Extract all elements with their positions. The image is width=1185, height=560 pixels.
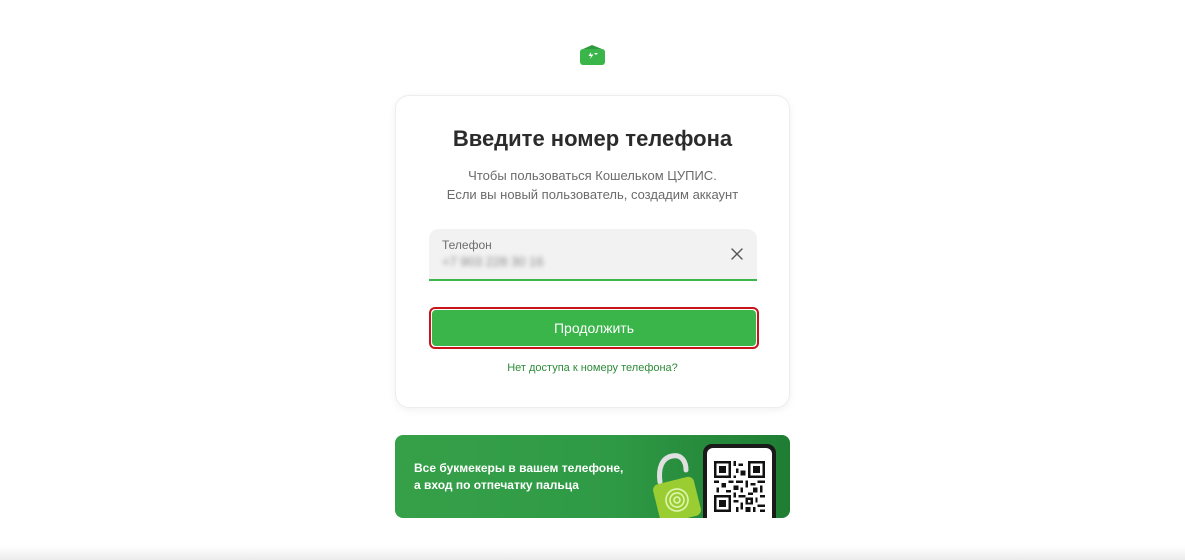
wallet-logo-icon	[580, 45, 605, 65]
card-subtitle: Чтобы пользоваться Кошельком ЦУПИС. Если…	[396, 166, 789, 204]
promo-banner[interactable]: Все букмекеры в вашем телефоне, а вход п…	[395, 435, 790, 518]
phone-field-label: Телефон	[442, 238, 492, 252]
bottom-shadow	[0, 546, 1185, 560]
banner-line-2: а вход по отпечатку пальца	[414, 478, 579, 492]
login-card: Введите номер телефона Чтобы пользоватьс…	[395, 95, 790, 408]
page: Введите номер телефона Чтобы пользоватьс…	[0, 0, 1185, 560]
banner-line-1: Все букмекеры в вашем телефоне,	[414, 461, 624, 475]
close-icon[interactable]	[729, 246, 745, 262]
continue-button[interactable]: Продолжить	[432, 310, 756, 346]
phone-field[interactable]: Телефон	[429, 229, 757, 281]
qr-code-icon	[714, 461, 765, 512]
phone-input[interactable]	[442, 254, 702, 269]
no-access-link[interactable]: Нет доступа к номеру телефона?	[396, 362, 789, 374]
subtitle-line-2: Если вы новый пользователь, создадим акк…	[446, 187, 739, 202]
page-title: Введите номер телефона	[452, 126, 733, 151]
phone-screen	[707, 448, 772, 518]
subtitle-line-1: Чтобы пользоваться Кошельком ЦУПИС.	[468, 168, 717, 183]
banner-text: Все букмекеры в вашем телефоне, а вход п…	[414, 460, 623, 494]
phone-mockup	[703, 444, 776, 518]
continue-button-highlight: Продолжить	[429, 307, 759, 349]
